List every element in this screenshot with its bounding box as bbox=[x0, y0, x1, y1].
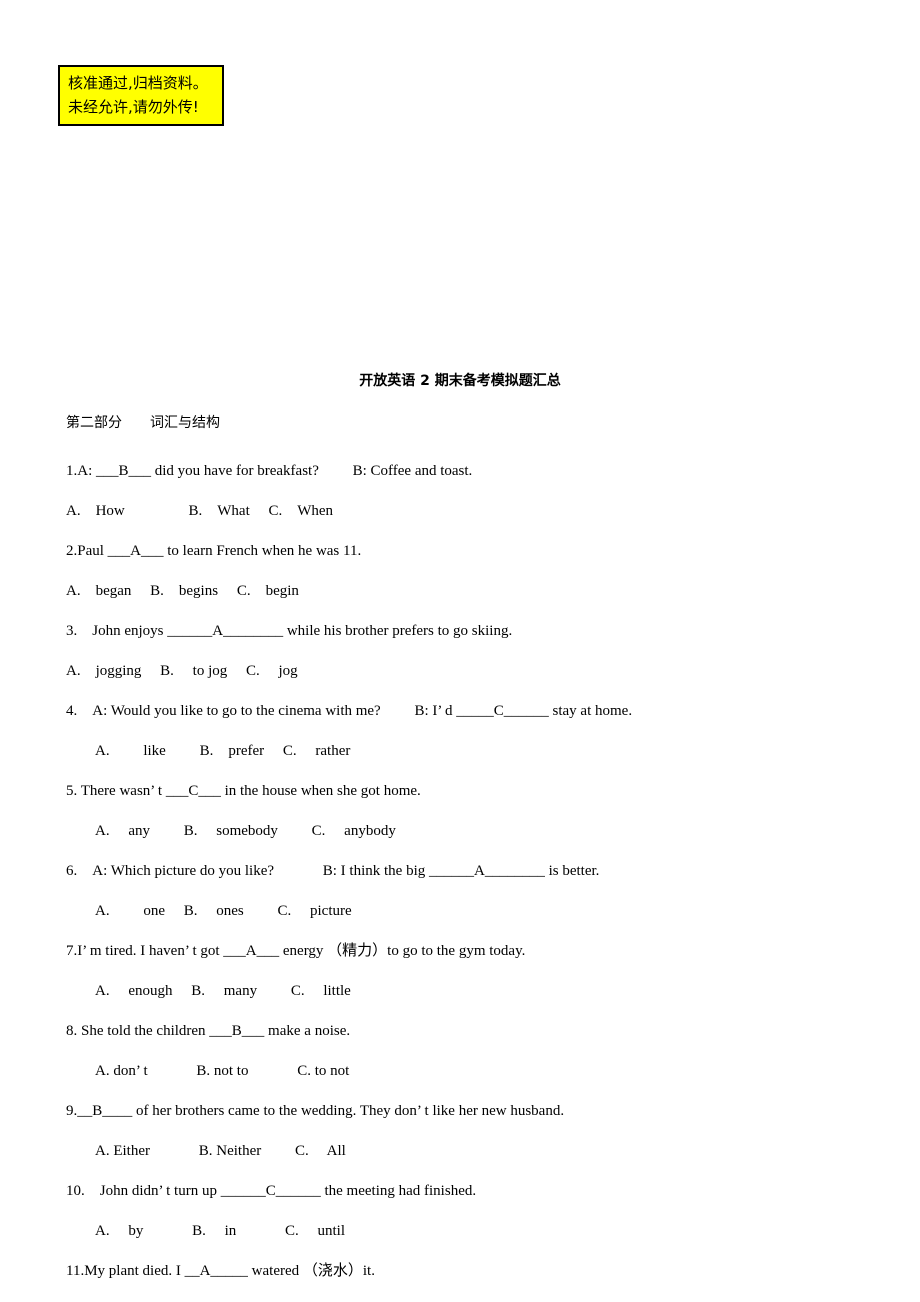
question-item: 7.I’ m tired. I haven’ t got ___A___ ene… bbox=[0, 931, 920, 1011]
question-stem: 10. John didn’ t turn up ______C______ t… bbox=[66, 1183, 477, 1199]
question-stem: 7.I’ m tired. I haven’ t got ___A___ ene… bbox=[66, 943, 526, 959]
question-options: A. began B. begins C. begin bbox=[66, 583, 299, 599]
question-options: A. Either B. Neither C. All bbox=[95, 1143, 346, 1159]
question-options: A. don’ t B. not to C. to not bbox=[95, 1063, 350, 1079]
question-options: A. jogging B. to jog C. jog bbox=[66, 663, 298, 679]
question-item: 11.My plant died. I __A_____ watered （浇水… bbox=[0, 1251, 920, 1291]
section-heading: 第二部分 词汇与结构 bbox=[66, 415, 220, 431]
question-item: 3. John enjoys ______A________ while his… bbox=[0, 611, 920, 691]
question-item: 8. She told the children ___B___ make a … bbox=[0, 1011, 920, 1091]
question-stem: 2.Paul ___A___ to learn French when he w… bbox=[66, 543, 362, 559]
question-stem: 9.__B____ of her brothers came to the we… bbox=[66, 1103, 565, 1119]
approval-stamp-line-2: 未经允许,请勿外传! bbox=[68, 98, 199, 116]
question-options: A. one B. ones C. picture bbox=[95, 903, 352, 919]
approval-stamp-line-1: 核准通过,归档资料。 bbox=[68, 74, 208, 92]
question-item: 10. John didn’ t turn up ______C______ t… bbox=[0, 1171, 920, 1251]
question-stem: 11.My plant died. I __A_____ watered （浇水… bbox=[66, 1263, 375, 1279]
question-item: 2.Paul ___A___ to learn French when he w… bbox=[0, 531, 920, 611]
question-stem: 8. She told the children ___B___ make a … bbox=[66, 1023, 351, 1039]
question-stem: 3. John enjoys ______A________ while his… bbox=[66, 623, 513, 639]
question-item: 6. A: Which picture do you like? B: I th… bbox=[0, 851, 920, 931]
approval-stamp: 核准通过,归档资料。 未经允许,请勿外传! bbox=[58, 65, 224, 126]
question-item: 4. A: Would you like to go to the cinema… bbox=[0, 691, 920, 771]
question-options: A. by B. in C. until bbox=[95, 1223, 346, 1239]
question-options: A. any B. somebody C. anybody bbox=[95, 823, 396, 839]
question-stem: 6. A: Which picture do you like? B: I th… bbox=[66, 863, 600, 879]
question-item: 5. There wasn’ t ___C___ in the house wh… bbox=[0, 771, 920, 851]
question-list: 1.A: ___B___ did you have for breakfast?… bbox=[0, 451, 920, 1291]
question-options: A. like B. prefer C. rather bbox=[95, 743, 351, 759]
question-options: A. How B. What C. When bbox=[66, 503, 334, 519]
question-stem: 4. A: Would you like to go to the cinema… bbox=[66, 703, 633, 719]
question-options: A. enough B. many C. little bbox=[95, 983, 351, 999]
question-item: 1.A: ___B___ did you have for breakfast?… bbox=[0, 451, 920, 531]
page-title: 开放英语 2 期末备考模拟题汇总 bbox=[359, 373, 561, 389]
question-stem: 5. There wasn’ t ___C___ in the house wh… bbox=[66, 783, 421, 799]
question-stem: 1.A: ___B___ did you have for breakfast?… bbox=[66, 463, 473, 479]
question-item: 9.__B____ of her brothers came to the we… bbox=[0, 1091, 920, 1171]
